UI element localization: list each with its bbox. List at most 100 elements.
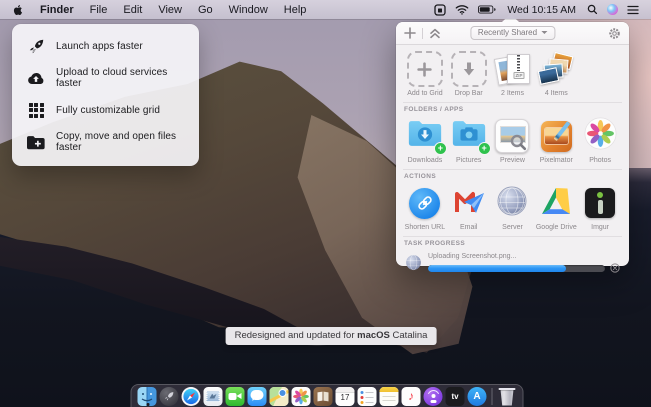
pixelmator-app-icon xyxy=(541,121,572,152)
add-badge-icon: + xyxy=(434,142,447,155)
dock-icon-photos[interactable] xyxy=(292,387,311,406)
dock-icon-books[interactable] xyxy=(314,387,333,406)
dock-icon-mail[interactable] xyxy=(204,387,223,406)
folder-item-downloads[interactable]: + Downloads xyxy=(403,117,447,164)
gear-icon xyxy=(608,27,621,40)
globe-icon xyxy=(405,254,422,276)
shorten-url-icon xyxy=(409,188,440,219)
task-label: Uploading Screenshot.png... xyxy=(428,253,620,260)
caret-down-icon xyxy=(541,31,547,34)
app-item-pixelmator[interactable]: Pixelmator xyxy=(534,117,578,164)
dropzone-panel: Recently Shared Add to Grid Drop Bar xyxy=(396,22,629,266)
dock-icon-messages[interactable] xyxy=(248,387,267,406)
menu-window[interactable]: Window xyxy=(229,4,268,16)
dock-icon-finder[interactable] xyxy=(138,387,157,406)
siri-icon[interactable] xyxy=(607,4,618,15)
task-row: Uploading Screenshot.png... xyxy=(396,249,629,276)
dock-icon-calendar[interactable]: 17 xyxy=(336,387,355,406)
feature-label: Upload to cloud services faster xyxy=(56,67,184,89)
app-store-glyph: A xyxy=(468,387,487,406)
tv-glyph: tv xyxy=(446,387,465,406)
action-label: Imgur xyxy=(591,224,609,231)
dock-icon-podcasts[interactable] xyxy=(424,387,443,406)
action-label: Server xyxy=(502,224,523,231)
dock-icon-trash[interactable] xyxy=(498,387,517,406)
panel-toolbar: Recently Shared xyxy=(396,22,629,45)
feature-label: Copy, move and open files faster xyxy=(56,131,184,153)
cancel-task-button[interactable] xyxy=(610,263,620,273)
grid-item-add-to-grid[interactable]: Add to Grid xyxy=(403,50,447,97)
menu-bar: Finder File Edit View Go Window Help Wed… xyxy=(0,0,651,19)
grid-item-label: 4 Items xyxy=(545,90,568,97)
section-header-actions: ACTIONS xyxy=(403,169,622,182)
menu-edit[interactable]: Edit xyxy=(123,4,142,16)
cancel-icon xyxy=(610,263,620,273)
dock-icon-reminders[interactable] xyxy=(358,387,377,406)
dock-icon-notes[interactable] xyxy=(380,387,399,406)
dock-icon-app-store[interactable]: A xyxy=(468,387,487,406)
calendar-day: 17 xyxy=(336,390,355,406)
app-item-preview[interactable]: Preview xyxy=(491,117,535,164)
menu-view[interactable]: View xyxy=(158,4,182,16)
task-progress-fill xyxy=(428,265,566,272)
dropdown-label: Recently Shared xyxy=(478,28,537,37)
grid-item-label: Add to Grid xyxy=(407,90,442,97)
app-item-photos[interactable]: Photos xyxy=(578,117,622,164)
zip-stack-icon: ZIP xyxy=(494,51,530,87)
menu-file[interactable]: File xyxy=(90,4,108,16)
folder-label: Downloads xyxy=(408,157,443,164)
toolbar-divider xyxy=(422,28,423,39)
notification-center-icon[interactable] xyxy=(627,5,639,15)
add-button[interactable] xyxy=(404,27,416,39)
grid-row: Add to Grid Drop Bar ZIP 2 Items xyxy=(396,45,629,97)
action-item-email[interactable]: Email xyxy=(447,184,491,231)
dock-icon-launchpad[interactable] xyxy=(160,387,179,406)
wifi-icon[interactable] xyxy=(455,4,469,15)
dock-icon-tv[interactable]: tv xyxy=(446,387,465,406)
google-drive-icon xyxy=(540,187,572,220)
add-to-grid-icon xyxy=(407,51,443,87)
dropzone-menubar-icon[interactable] xyxy=(434,4,446,16)
action-item-server[interactable]: Server xyxy=(491,184,535,231)
action-item-shorten-url[interactable]: Shorten URL xyxy=(403,184,447,231)
feature-panel: Launch apps faster Upload to cloud servi… xyxy=(12,24,199,166)
zip-badge: ZIP xyxy=(513,72,524,79)
collapse-button[interactable] xyxy=(429,28,441,39)
drop-bar-icon xyxy=(451,51,487,87)
settings-button[interactable] xyxy=(608,27,621,40)
photo-stack-icon xyxy=(537,52,575,86)
music-note-glyph: ♪ xyxy=(402,387,421,406)
folder-item-pictures[interactable]: + Pictures xyxy=(447,117,491,164)
battery-icon[interactable] xyxy=(478,5,496,14)
dock-icon-music[interactable]: ♪ xyxy=(402,387,421,406)
caption-badge: Redesigned and updated for macOS Catalin… xyxy=(226,327,437,345)
menu-finder[interactable]: Finder xyxy=(40,4,74,16)
dock-divider xyxy=(492,388,493,405)
add-badge-icon: + xyxy=(478,142,491,155)
menu-help[interactable]: Help xyxy=(284,4,307,16)
menubar-clock[interactable]: Wed 10:15 AM xyxy=(507,4,576,16)
action-item-imgur[interactable]: Imgur xyxy=(578,184,622,231)
action-label: Email xyxy=(460,224,478,231)
grid-item-drop-bar[interactable]: Drop Bar xyxy=(447,50,491,97)
dock: 17 ♪ tv A xyxy=(131,384,524,407)
menu-go[interactable]: Go xyxy=(198,4,213,16)
task-progress-bar xyxy=(428,265,605,272)
photos-app-icon xyxy=(584,117,617,155)
running-indicator xyxy=(147,403,150,406)
grid-item-label: 2 Items xyxy=(501,90,524,97)
caption-highlight: macOS xyxy=(357,330,390,341)
feature-upload: Upload to cloud services faster xyxy=(12,61,199,95)
spotlight-icon[interactable] xyxy=(587,4,598,15)
dock-icon-safari[interactable] xyxy=(182,387,201,406)
grid-item-2-items[interactable]: ZIP 2 Items xyxy=(491,50,535,97)
action-item-google-drive[interactable]: Google Drive xyxy=(534,184,578,231)
app-label: Pixelmator xyxy=(540,157,573,164)
pictures-folder-icon: + xyxy=(450,118,488,154)
action-label: Google Drive xyxy=(536,224,577,231)
dock-icon-maps[interactable] xyxy=(270,387,289,406)
dock-icon-facetime[interactable] xyxy=(226,387,245,406)
grid-item-4-items[interactable]: 4 Items xyxy=(534,50,578,97)
apple-menu[interactable] xyxy=(12,2,25,17)
recently-shared-dropdown[interactable]: Recently Shared xyxy=(470,26,555,40)
